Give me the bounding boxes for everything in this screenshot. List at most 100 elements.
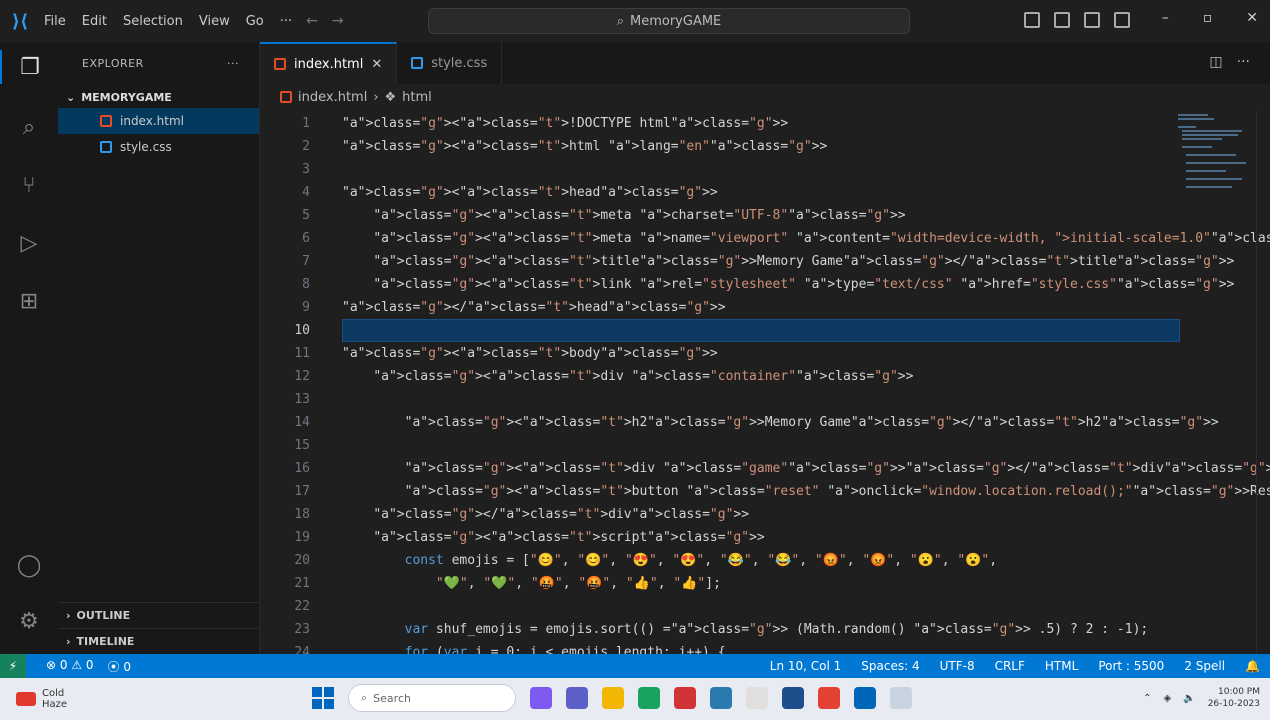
code-line[interactable]: 11 "a">class="g"><"a">class="t">body"a">c… [260,342,1260,365]
encoding[interactable]: UTF-8 [940,659,975,673]
code-line[interactable]: 10 [260,319,1260,342]
spell-check[interactable]: 2 Spell [1184,659,1225,673]
volume-icon[interactable]: 🔈 [1183,693,1195,704]
tab-index-html[interactable]: index.html ✕ [260,42,398,84]
code-line[interactable]: 9 "a">class="g"></"a">class="t">head"a">c… [260,296,1260,319]
code-line[interactable]: 2 "a">class="g"><"a">class="t">html "a">l… [260,135,1260,158]
outline-section[interactable]: › OUTLINE [58,602,259,628]
code-line[interactable]: 8 "a">class="g"><"a">class="t">link "a">… [260,273,1260,296]
more-actions-icon[interactable]: ··· [1237,54,1250,70]
minimap[interactable] [1174,110,1254,200]
copilot-icon[interactable] [530,687,552,709]
code-line[interactable]: 20 const emojis = ["😊", "😊", "😍", "😍", "… [260,549,1260,572]
weather-desc: Haze [42,699,68,710]
code-line[interactable]: 7 "a">class="g"><"a">class="t">title"a">… [260,250,1260,273]
code-line[interactable]: 13 [260,388,1260,411]
windows-start-icon[interactable] [312,687,334,709]
taskbar-search[interactable]: ⌕ Search [348,684,516,712]
command-center-search[interactable]: ⌕ MemoryGAME [428,8,910,34]
tab-style-css[interactable]: style.css [397,42,503,84]
breadcrumb-file[interactable]: index.html [298,90,367,105]
weather-widget[interactable]: Cold Haze [16,688,67,710]
chrome-icon[interactable] [818,687,840,709]
cursor-position[interactable]: Ln 10, Col 1 [770,659,842,673]
mail-icon[interactable] [710,687,732,709]
file-explorer-icon[interactable] [602,687,624,709]
folder-memorygame[interactable]: ⌄ MEMORYGAME [58,86,259,108]
line-ending[interactable]: CRLF [995,659,1025,673]
code-text: var shuf_emojis = emojis.sort(() ="a">cl… [404,622,1149,637]
menu-file[interactable]: File [44,14,66,29]
split-editor-icon[interactable]: ◫ [1209,54,1222,70]
menu-more[interactable]: ··· [280,14,292,29]
remote-icon[interactable]: ⚡ [0,654,26,678]
store-icon[interactable] [746,687,768,709]
more-actions-icon[interactable]: ··· [227,57,239,70]
code-editor[interactable]: 1 "a">class="g"><"a">class="t">!DOCTYPE h… [260,110,1270,654]
code-line[interactable]: 3 [260,158,1260,181]
customize-layout-icon[interactable] [1114,12,1130,28]
notifications-bell-icon[interactable]: 🔔 [1245,659,1260,673]
code-line[interactable]: 15 [260,434,1260,457]
source-control-icon[interactable]: ⑂ [12,168,46,202]
chevron-right-icon: › [66,635,71,648]
app-icon[interactable] [782,687,804,709]
teams-icon[interactable] [566,687,588,709]
problems-status[interactable]: ⊗ 0 ⚠ 0 [46,658,94,675]
clock[interactable]: 10:00 PM 26-10-2023 [1208,686,1260,710]
search-icon[interactable]: ⌕ [12,110,46,144]
active-app-icon[interactable] [890,687,912,709]
close-icon[interactable]: ✕ [371,57,382,72]
language-mode[interactable]: HTML [1045,659,1078,673]
code-line[interactable]: 16 "a">class="g"><"a">class="t">div "a">… [260,457,1270,480]
code-line[interactable]: 6 "a">class="g"><"a">class="t">meta "a">… [260,227,1270,250]
breadcrumb-node[interactable]: html [402,90,432,105]
timeline-section[interactable]: › TIMELINE [58,628,259,654]
minimize-icon[interactable]: – [1162,10,1169,26]
code-line[interactable]: 24 for (var i = 0; i < emojis.length; i+… [260,641,1260,654]
account-icon[interactable]: ◯ [12,548,46,582]
menu-view[interactable]: View [199,14,230,29]
indentation[interactable]: Spaces: 4 [861,659,919,673]
code-line[interactable]: 22 [260,595,1260,618]
chevron-up-icon[interactable]: ⌃ [1143,693,1151,704]
settings-gear-icon[interactable]: ⚙ [12,604,46,638]
line-number: 13 [294,392,310,407]
live-server-port[interactable]: Port : 5500 [1098,659,1164,673]
code-line[interactable]: 5 "a">class="g"><"a">class="t">meta "a">… [260,204,1260,227]
vscode-icon[interactable] [854,687,876,709]
menu-go[interactable]: Go [246,14,264,29]
network-icon[interactable]: ◈ [1164,693,1172,704]
edge-icon[interactable] [638,687,660,709]
code-line[interactable]: 17 "a">class="g"><"a">class="t">button "… [260,480,1270,503]
code-line[interactable]: 19 "a">class="g"><"a">class="t">script"a… [260,526,1260,549]
line-number: 8 [302,277,310,292]
code-line[interactable]: 23 var shuf_emojis = emojis.sort(() ="a"… [260,618,1260,641]
toggle-secondary-sidebar-icon[interactable] [1084,12,1100,28]
vertical-scrollbar[interactable] [1256,110,1270,654]
maximize-icon[interactable]: ▫ [1203,10,1213,26]
menu-edit[interactable]: Edit [82,14,107,29]
code-line[interactable]: 18 "a">class="g"></"a">class="t">div"a">… [260,503,1260,526]
file-index-html[interactable]: index.html [58,108,259,134]
windows-taskbar: Cold Haze ⌕ Search ⌃ ◈ 🔈 10:00 PM 26-10-… [0,678,1270,720]
code-line[interactable]: 12 "a">class="g"><"a">class="t">div "a">… [260,365,1260,388]
back-arrow-icon[interactable]: ← [306,13,318,29]
chevron-right-icon: › [66,609,71,622]
extensions-icon[interactable]: ⊞ [12,284,46,318]
code-line[interactable]: 1 "a">class="g"><"a">class="t">!DOCTYPE h… [260,112,1260,135]
code-line[interactable]: 4 "a">class="g"><"a">class="t">head"a">cl… [260,181,1260,204]
close-icon[interactable]: ✕ [1246,10,1258,26]
explorer-icon[interactable]: ❐ [0,50,58,84]
menu-selection[interactable]: Selection [123,14,183,29]
toggle-sidebar-icon[interactable] [1024,12,1040,28]
forward-arrow-icon[interactable]: → [332,13,344,29]
code-line[interactable]: 14 "a">class="g"><"a">class="t">h2"a">cl… [260,411,1260,434]
code-text: "💚", "💚", "🤬", "🤬", "👍", "👍"]; [435,576,721,591]
toggle-panel-icon[interactable] [1054,12,1070,28]
code-line[interactable]: 21 "💚", "💚", "🤬", "🤬", "👍", "👍"]; [260,572,1260,595]
run-debug-icon[interactable]: ▷ [12,226,46,260]
file-style-css[interactable]: style.css [58,134,259,160]
mcafee-icon[interactable] [674,687,696,709]
ports-status[interactable]: ⦿ 0 [108,658,131,675]
